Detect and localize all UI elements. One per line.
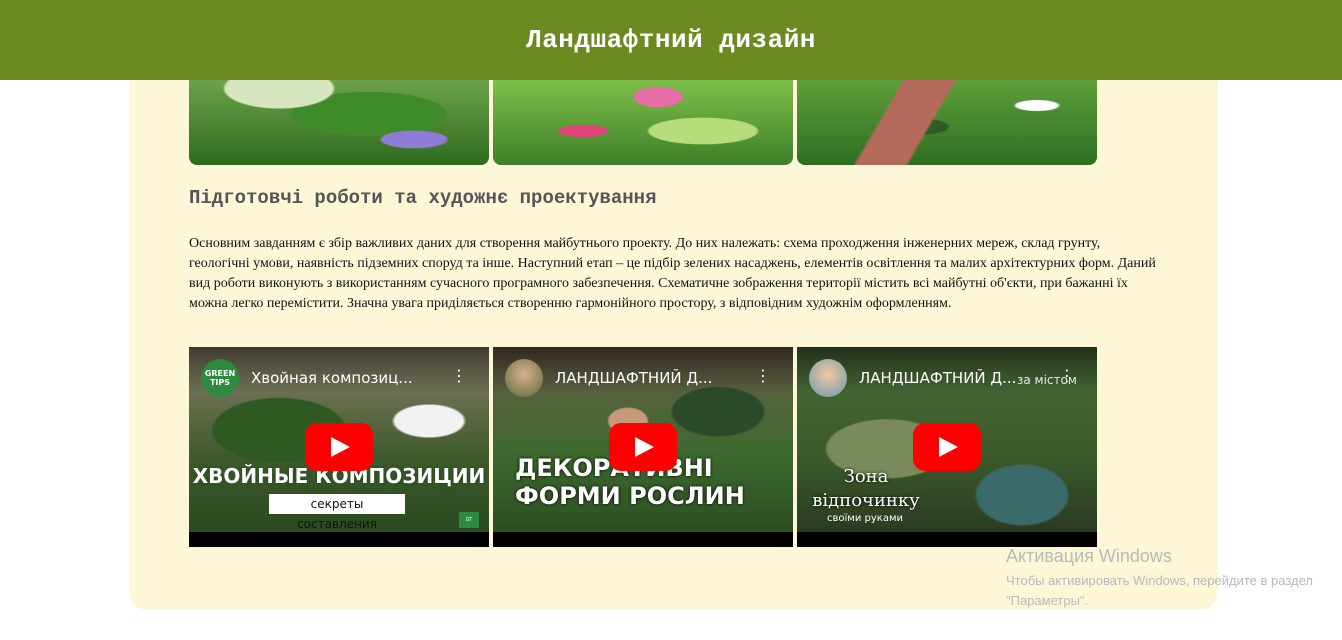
thumbnail-caption: Зона відпочинку	[812, 466, 920, 511]
thumbnail-subcaption: секреты составления	[269, 494, 405, 531]
video-embed-3[interactable]: ЛАНДШАФТНИЙ Д... за містом ⋮ Зона відпоч…	[797, 347, 1097, 547]
garden-photo-3	[797, 80, 1097, 165]
youtube-play-icon[interactable]	[609, 423, 677, 471]
video-embed-2[interactable]: ЛАНДШАФТНИЙ Д... ⋮ ДЕКОРАТИВНІ ФОРМИ РОС…	[493, 347, 793, 547]
channel-logo-icon: GT	[459, 512, 479, 528]
section-paragraph: Основним завданням є збір важливих даних…	[189, 236, 1156, 311]
youtube-play-icon[interactable]	[913, 423, 981, 471]
watermark-title: Активация Windows	[1006, 546, 1172, 566]
channel-avatar[interactable]	[505, 359, 543, 397]
channel-avatar[interactable]	[809, 359, 847, 397]
watermark-text: Чтобы активировать Windows, перейдите в …	[1006, 573, 1313, 608]
video-title[interactable]: ЛАНДШАФТНИЙ Д...	[555, 369, 755, 387]
section-heading: Підготовчі роботи та художнє проектуванн…	[189, 187, 657, 209]
windows-activation-watermark: Активация Windows Чтобы активировать Win…	[1006, 546, 1316, 611]
video-embed-1[interactable]: GREEN TIPS Хвойная композиц... ⋮ ХВОЙНЫЕ…	[189, 347, 489, 547]
channel-avatar[interactable]: GREEN TIPS	[201, 359, 239, 397]
more-vert-icon[interactable]: ⋮	[451, 367, 467, 385]
more-vert-icon[interactable]: ⋮	[1059, 367, 1075, 385]
page-header: Ландшафтний дизайн	[0, 0, 1342, 80]
more-vert-icon[interactable]: ⋮	[755, 367, 771, 385]
garden-photo-2	[493, 80, 793, 165]
page-title: Ландшафтний дизайн	[526, 25, 816, 55]
garden-photo-1	[189, 80, 489, 165]
youtube-play-icon[interactable]	[305, 423, 373, 471]
video-title[interactable]: Хвойная композиц...	[251, 369, 451, 387]
thumbnail-subcaption: своїми руками	[827, 513, 903, 524]
